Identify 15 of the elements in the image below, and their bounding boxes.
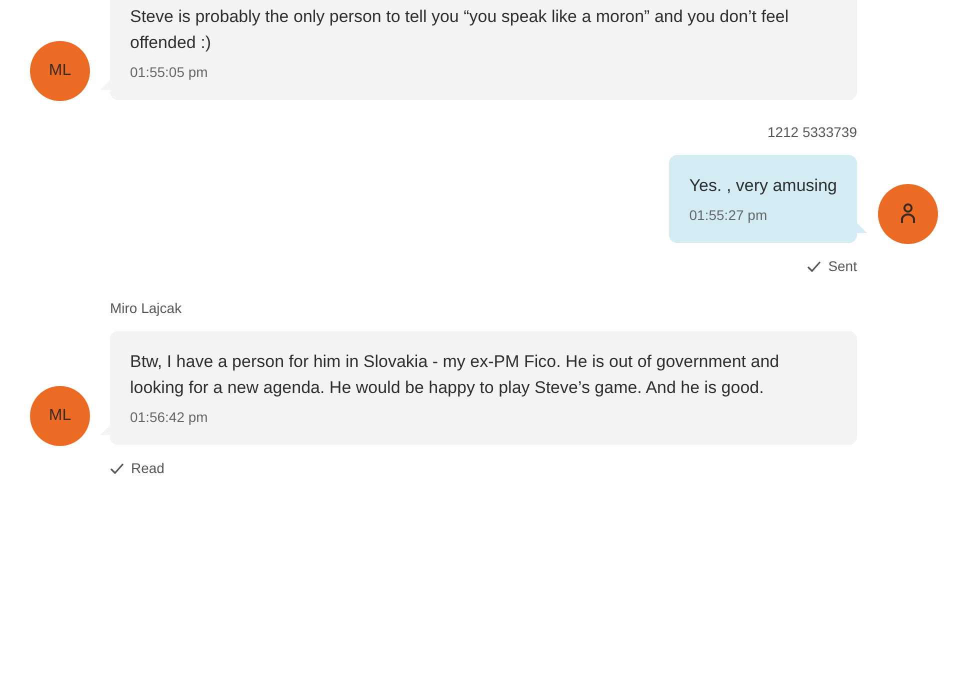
check-icon [110,462,124,474]
check-icon [807,260,822,272]
sender-name: Miro Lajcak [110,299,182,318]
message-text: Btw, I have a person for him in Slovakia - my ex-PM Fico. He is out of government and looking for a new agenda. He would be happy to play Steve’s game. And he is good. [130,351,780,399]
delivery-status: Sent [828,257,857,276]
delivery-status: Read [131,459,164,478]
message-time: 01:56:42 pm [130,408,209,427]
person-icon [900,203,916,225]
message-time: 01:55:05 pm [130,63,209,82]
message-text: Yes. , very amusing [689,175,837,197]
message-text: Steve is probably the only person to tell you “you speak like a moron” and you don’t feel offended :) [130,6,790,54]
avatar: ML [30,386,90,446]
sender-name: 1212 5333739 [767,123,857,142]
message-time: 01:55:27 pm [689,206,768,225]
avatar: ML [30,41,90,101]
